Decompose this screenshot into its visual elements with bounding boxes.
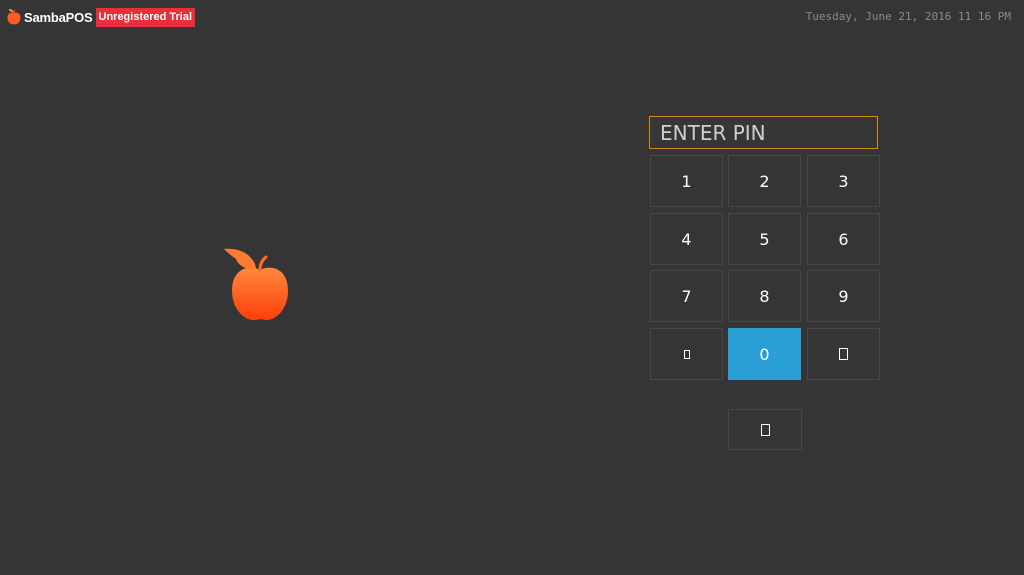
enter-icon [839,348,848,360]
trial-badge: Unregistered Trial [95,7,196,27]
pin-key-6[interactable]: 6 [807,213,880,265]
pin-key-3[interactable]: 3 [807,155,880,207]
pin-key-7[interactable]: 7 [650,270,723,322]
pin-key-label: 0 [759,344,770,364]
brand-name: SambaPOS [24,9,93,25]
pin-input[interactable] [649,116,878,149]
pin-key-8[interactable]: 8 [728,270,801,322]
pin-key-label: 2 [759,171,770,191]
clear-icon [683,349,690,359]
pin-key-0[interactable]: 0 [728,328,801,380]
pin-key-label: 1 [681,171,692,191]
enter-button[interactable] [807,328,880,380]
datetime-display: Tuesday, June 21, 2016 11 16 PM [805,10,1011,23]
pin-key-4[interactable]: 4 [650,213,723,265]
clear-button[interactable] [650,328,723,380]
pin-key-label: 3 [838,171,849,191]
shutdown-button[interactable] [728,409,802,450]
pin-key-label: 8 [759,286,770,306]
apple-logo-icon [224,248,288,321]
pin-key-label: 4 [681,229,692,249]
pin-key-label: 5 [759,229,770,249]
shutdown-icon [760,423,770,436]
pin-key-9[interactable]: 9 [807,270,880,322]
pin-key-2[interactable]: 2 [728,155,801,207]
pin-key-label: 7 [681,286,692,306]
pin-key-label: 6 [838,229,849,249]
pin-key-label: 9 [838,286,849,306]
pin-key-1[interactable]: 1 [650,155,723,207]
app-logo: SambaPOS Unregistered Trial [6,7,196,27]
pin-key-5[interactable]: 5 [728,213,801,265]
apple-logo-icon [7,8,21,25]
